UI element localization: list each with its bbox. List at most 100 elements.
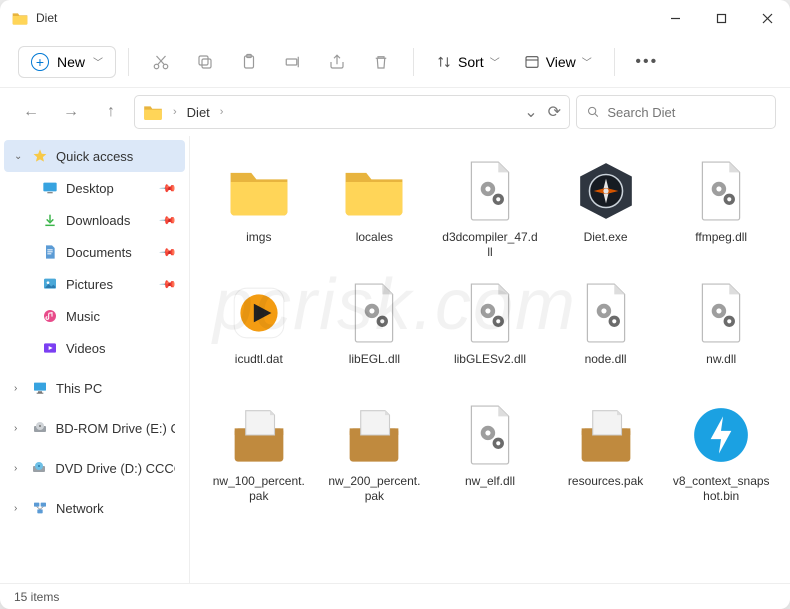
more-button[interactable]: •••: [627, 53, 667, 71]
video-icon: [42, 340, 58, 356]
dll-icon: [455, 278, 525, 348]
copy-button[interactable]: [185, 44, 225, 80]
file-label: v8_context_snapshot.bin: [672, 474, 770, 504]
file-label: imgs: [246, 230, 271, 260]
maximize-button[interactable]: [698, 0, 744, 36]
file-item[interactable]: Diet.exe: [551, 150, 661, 266]
file-item[interactable]: node.dll: [551, 272, 661, 388]
sidebar: ⌄ Quick access Desktop 📌 Downloads 📌 Doc…: [0, 136, 190, 583]
disc-icon: [32, 420, 48, 436]
close-button[interactable]: [744, 0, 790, 36]
sidebar-item-label: Pictures: [66, 277, 113, 292]
file-item[interactable]: ffmpeg.dll: [666, 150, 776, 266]
folder-icon: [339, 156, 409, 226]
file-label: locales: [356, 230, 393, 260]
sidebar-item-quick-access[interactable]: ⌄ Quick access: [4, 140, 185, 172]
file-label: ffmpeg.dll: [695, 230, 747, 260]
dll-icon: [455, 400, 525, 470]
new-button[interactable]: + New ﹀: [18, 46, 116, 78]
sidebar-item-documents[interactable]: Documents 📌: [4, 236, 185, 268]
document-icon: [42, 244, 58, 260]
breadcrumb[interactable]: Diet: [187, 105, 210, 120]
pc-icon: [32, 380, 48, 396]
address-bar[interactable]: › Diet › ⌄ ⟳: [134, 95, 570, 129]
pak-icon: [339, 400, 409, 470]
back-button[interactable]: ←: [14, 95, 48, 129]
refresh-button[interactable]: ⟳: [548, 102, 561, 122]
delete-button[interactable]: [361, 44, 401, 80]
plus-icon: +: [31, 53, 49, 71]
search-box[interactable]: [576, 95, 776, 129]
file-label: libEGL.dll: [349, 352, 400, 382]
share-button[interactable]: [317, 44, 357, 80]
file-item[interactable]: resources.pak: [551, 394, 661, 510]
chevron-right-icon: ›: [14, 463, 23, 474]
file-label: icudtl.dat: [235, 352, 283, 382]
minimize-button[interactable]: [652, 0, 698, 36]
sidebar-item-downloads[interactable]: Downloads 📌: [4, 204, 185, 236]
new-label: New: [57, 54, 85, 70]
file-item[interactable]: nw.dll: [666, 272, 776, 388]
file-label: Diet.exe: [584, 230, 628, 260]
chevron-right-icon: ›: [14, 383, 24, 394]
rename-button[interactable]: [273, 44, 313, 80]
search-input[interactable]: [607, 105, 765, 120]
paste-button[interactable]: [229, 44, 269, 80]
file-label: node.dll: [585, 352, 627, 382]
chevron-down-icon: ⌄: [14, 151, 24, 162]
sidebar-item-label: BD-ROM Drive (E:) C: [56, 421, 175, 436]
sidebar-item-label: Quick access: [56, 149, 133, 164]
cut-button[interactable]: [141, 44, 181, 80]
file-item[interactable]: icudtl.dat: [204, 272, 314, 388]
file-label: nw.dll: [706, 352, 736, 382]
sidebar-item-videos[interactable]: Videos: [4, 332, 185, 364]
separator: [413, 48, 414, 76]
chevron-right-icon: ›: [220, 106, 224, 118]
sidebar-item-desktop[interactable]: Desktop 📌: [4, 172, 185, 204]
sidebar-item-network[interactable]: › Network: [4, 492, 185, 524]
dll-icon: [686, 156, 756, 226]
pin-icon: 📌: [159, 211, 178, 230]
chevron-down-icon: ﹀: [490, 54, 500, 69]
pak-icon: [224, 400, 294, 470]
file-item[interactable]: v8_context_snapshot.bin: [666, 394, 776, 510]
file-item[interactable]: locales: [320, 150, 430, 266]
folder-icon: [143, 104, 163, 120]
disc-icon: [31, 460, 47, 476]
toolbar: + New ﹀ Sort ﹀ View ﹀ •••: [0, 36, 790, 88]
view-button[interactable]: View ﹀: [514, 48, 602, 76]
file-item[interactable]: nw_200_percent.pak: [320, 394, 430, 510]
titlebar: Diet: [0, 0, 790, 36]
sidebar-item-label: Documents: [66, 245, 132, 260]
sidebar-item-bdrom[interactable]: › BD-ROM Drive (E:) C: [4, 412, 185, 444]
chevron-right-icon: ›: [173, 106, 177, 118]
view-icon: [524, 54, 540, 70]
sidebar-item-dvd[interactable]: › DVD Drive (D:) CCCC: [4, 452, 185, 484]
sidebar-item-this-pc[interactable]: › This PC: [4, 372, 185, 404]
dll-icon: [686, 278, 756, 348]
file-item[interactable]: imgs: [204, 150, 314, 266]
separator: [614, 48, 615, 76]
star-icon: [32, 148, 48, 164]
status-bar: 15 items: [0, 583, 790, 609]
sidebar-item-music[interactable]: Music: [4, 300, 185, 332]
pin-icon: 📌: [159, 275, 178, 294]
bin-icon: [686, 400, 756, 470]
up-button[interactable]: ↑: [94, 95, 128, 129]
app-icon: [571, 156, 641, 226]
sidebar-item-pictures[interactable]: Pictures 📌: [4, 268, 185, 300]
sidebar-item-label: Videos: [66, 341, 106, 356]
sort-button[interactable]: Sort ﹀: [426, 48, 510, 76]
forward-button[interactable]: →: [54, 95, 88, 129]
file-item[interactable]: libGLESv2.dll: [435, 272, 545, 388]
view-label: View: [546, 54, 576, 70]
chevron-down-icon: ﹀: [93, 54, 103, 69]
sidebar-item-label: Music: [66, 309, 100, 324]
file-item[interactable]: nw_100_percent.pak: [204, 394, 314, 510]
file-item[interactable]: d3dcompiler_47.dll: [435, 150, 545, 266]
address-dropdown-button[interactable]: ⌄: [524, 102, 537, 122]
file-item[interactable]: nw_elf.dll: [435, 394, 545, 510]
folder-icon: [12, 11, 28, 25]
file-item[interactable]: libEGL.dll: [320, 272, 430, 388]
window-title: Diet: [36, 11, 57, 25]
